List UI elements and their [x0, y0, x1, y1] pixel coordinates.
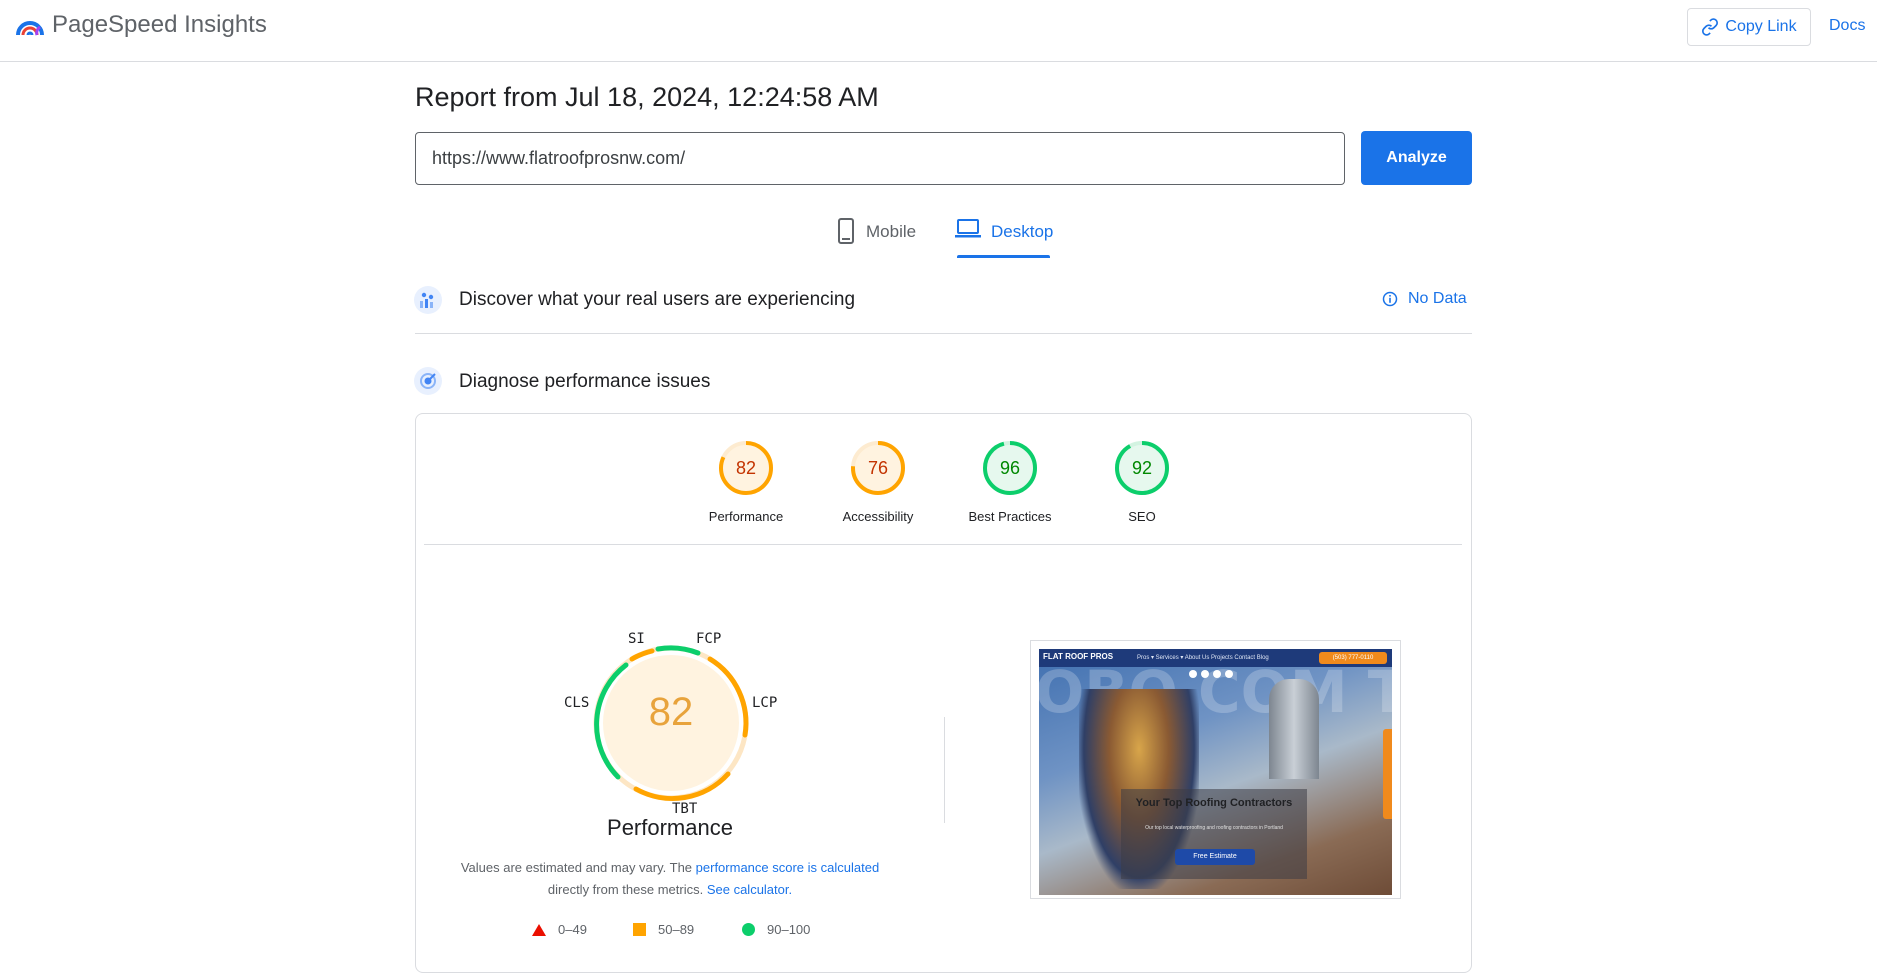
seo-score-label: SEO — [1128, 509, 1156, 524]
real-users-title: Discover what your real users are experi… — [459, 289, 856, 310]
thumb-social-icons — [1189, 670, 1233, 678]
thumb-side-tab — [1383, 729, 1392, 819]
vertical-divider — [944, 717, 945, 823]
final-screenshot: OBO COM TLE TTLE FLAT ROOF PROS Pros ▾ S… — [1039, 649, 1392, 895]
youtube-icon — [1213, 670, 1221, 678]
legend-pass: 90–100 — [742, 922, 810, 937]
best-practices-score-value: 96 — [1000, 458, 1020, 478]
thumb-logo: FLAT ROOF PROS — [1043, 652, 1114, 661]
best-practices-score-label: Best Practices — [968, 509, 1052, 524]
tab-desktop[interactable]: Desktop — [955, 218, 1053, 260]
thumb-nav-bar: FLAT ROOF PROS Pros ▾ Services ▾ About U… — [1039, 649, 1392, 667]
thumb-chimney — [1269, 679, 1319, 779]
performance-score-gauge[interactable]: 82 — [718, 440, 774, 496]
metric-label-cls: CLS — [564, 695, 590, 711]
section-divider — [415, 333, 1472, 334]
copy-link-label: Copy Link — [1725, 18, 1797, 35]
no-data-link[interactable]: No Data — [1382, 290, 1467, 308]
performance-big-score: 82 — [648, 690, 694, 734]
instagram-icon — [1201, 670, 1209, 678]
url-input[interactable] — [415, 132, 1345, 185]
copy-link-button[interactable]: Copy Link — [1687, 8, 1811, 46]
square-icon — [633, 923, 646, 936]
accessibility-score-label: Accessibility — [842, 509, 914, 524]
accessibility-score-value: 76 — [868, 458, 888, 478]
performance-title: Performance — [607, 815, 733, 840]
metric-label-si: SI — [628, 631, 645, 647]
performance-note: Values are estimated and may vary. The p… — [450, 857, 890, 901]
thumb-subtext: Our top local waterproofing and roofing … — [1145, 825, 1283, 831]
pagespeed-logo-icon[interactable] — [16, 13, 44, 39]
legend-average: 50–89 — [633, 922, 694, 937]
metric-label-fcp: FCP — [696, 631, 722, 647]
facebook-icon — [1189, 670, 1197, 678]
best-practices-score-gauge[interactable]: 96 — [982, 440, 1038, 496]
laptop-icon — [955, 219, 981, 238]
linkedin-icon — [1225, 670, 1233, 678]
field-data-icon — [414, 286, 442, 314]
circle-icon — [742, 923, 755, 936]
performance-score-value: 82 — [736, 458, 756, 478]
accessibility-score-gauge[interactable]: 76 — [850, 440, 906, 496]
legend-pass-label: 90–100 — [767, 922, 811, 937]
seo-score-gauge[interactable]: 92 — [1114, 440, 1170, 496]
performance-score-label: Performance — [708, 509, 784, 524]
analyze-button[interactable]: Analyze — [1361, 131, 1472, 185]
thumb-heading: Your Top Roofing Contractors — [1135, 797, 1293, 809]
seo-score-value: 92 — [1132, 458, 1152, 478]
thumb-cta-button: Free Estimate — [1175, 849, 1255, 865]
triangle-icon — [532, 923, 546, 936]
thumb-nav-links: Pros ▾ Services ▾ About Us Projects Cont… — [1137, 655, 1269, 661]
legend-average-label: 50–89 — [658, 922, 695, 937]
tab-mobile-label: Mobile — [866, 222, 917, 241]
link-icon — [1702, 18, 1719, 36]
thumb-phone-button: (503) 777-0110 — [1319, 652, 1387, 664]
card-divider — [424, 544, 1462, 545]
legend-fail: 0–49 — [532, 922, 587, 937]
tab-desktop-label: Desktop — [991, 222, 1054, 241]
no-data-label: No Data — [1408, 290, 1467, 307]
see-calculator-link[interactable]: See calculator. — [707, 882, 792, 897]
report-title: Report from Jul 18, 2024, 12:24:58 AM — [415, 82, 879, 112]
app-title[interactable]: PageSpeed Insights — [52, 11, 267, 39]
tab-selected-indicator — [957, 255, 1050, 258]
lab-data-icon — [414, 367, 442, 395]
info-icon — [1382, 291, 1398, 307]
score-calculation-link[interactable]: performance score is calculated — [696, 860, 880, 875]
diagnose-title: Diagnose performance issues — [459, 371, 711, 392]
legend-fail-label: 0–49 — [558, 922, 587, 937]
top-bar: PageSpeed Insights Copy Link Docs — [0, 0, 1877, 62]
note-prefix: Values are estimated and may vary. The — [460, 860, 696, 875]
smartphone-icon — [838, 218, 854, 244]
tab-mobile[interactable]: Mobile — [836, 218, 916, 260]
note-middle: directly from these metrics. — [547, 882, 707, 897]
metric-label-lcp: LCP — [752, 695, 778, 711]
docs-link[interactable]: Docs — [1829, 17, 1865, 35]
